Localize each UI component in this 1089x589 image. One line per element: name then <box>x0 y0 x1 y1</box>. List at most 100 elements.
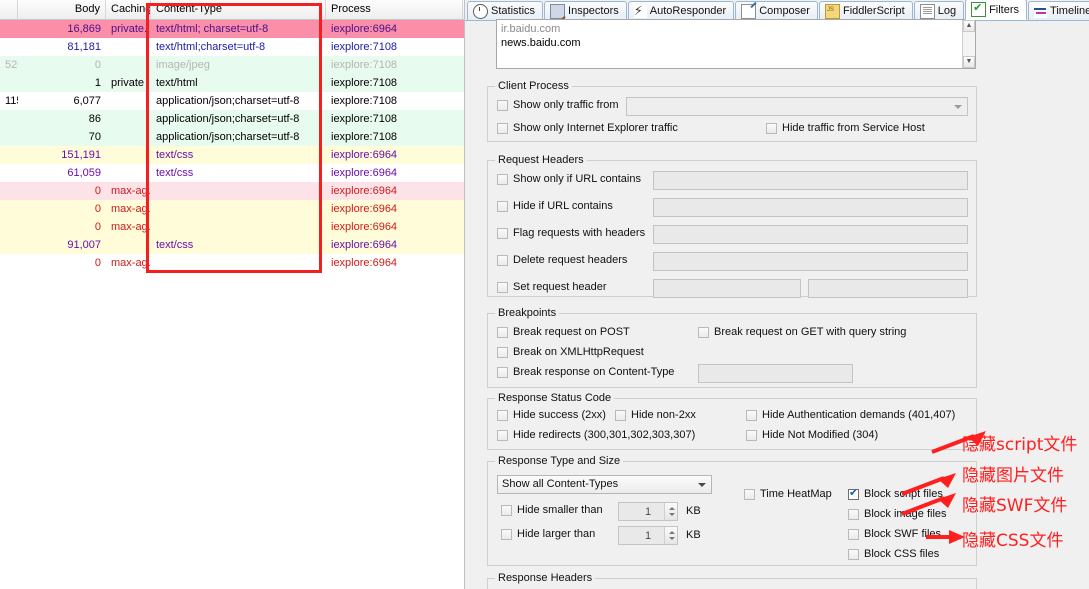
set-request-header-checkbox[interactable]: Set request header <box>497 281 607 293</box>
hide-service-host-checkbox[interactable]: Hide traffic from Service Host <box>766 122 925 134</box>
response-type-size-title: Response Type and Size <box>495 455 624 467</box>
checkbox-box[interactable] <box>698 326 709 338</box>
table-row[interactable]: 0 max-ag... iexplore:6964 <box>0 182 464 200</box>
table-row[interactable]: 115... 6,077 application/json;charset=utf-… <box>0 92 464 110</box>
client-process-combo[interactable] <box>626 97 968 116</box>
table-row[interactable]: 1 private text/html iexplore:7108 <box>0 74 464 92</box>
checkbox-box[interactable] <box>497 281 508 293</box>
scroll-up-icon[interactable]: ▲ <box>963 20 975 32</box>
tab-strip[interactable]: Statistics Inspectors AutoResponder Compose… <box>465 0 1089 21</box>
table-row[interactable]: 0 max-ag... iexplore:6964 <box>0 218 464 236</box>
table-row[interactable]: 16,869 private... text/html; charset=utf-8… <box>0 20 464 38</box>
column-header-process[interactable]: Process <box>326 0 463 19</box>
table-row[interactable]: 0 max-ag... iexplore:6964 <box>0 200 464 218</box>
tab-label: Filters <box>989 3 1020 16</box>
break-xhr-checkbox[interactable]: Break on XMLHttpRequest <box>497 346 644 358</box>
checkbox-box[interactable] <box>497 429 508 441</box>
delete-request-headers-input[interactable] <box>653 252 968 271</box>
checkbox-box[interactable] <box>766 122 777 134</box>
checkbox-box[interactable] <box>497 122 508 134</box>
hosts-line-clipped: ir.baidu.com <box>501 23 561 35</box>
tab-statistics[interactable]: Statistics <box>467 1 544 20</box>
stepper-buttons-icon[interactable] <box>664 503 677 520</box>
checkbox-box[interactable] <box>497 200 508 212</box>
hide-smaller-than-checkbox[interactable]: Hide smaller than <box>501 504 603 516</box>
tab-autoresponder[interactable]: AutoResponder <box>627 1 735 20</box>
table-row[interactable]: 91,007 text/css iexplore:6964 <box>0 236 464 254</box>
column-header-body[interactable]: Body <box>18 0 106 19</box>
session-grid[interactable]: Body Caching Content-Type Process 16,869… <box>0 0 465 589</box>
checkbox-box[interactable] <box>497 99 508 111</box>
break-response-content-type-checkbox[interactable]: Break response on Content-Type <box>497 366 674 378</box>
table-row[interactable]: 81,181 text/html;charset=utf-8 iexplore:71… <box>0 38 464 56</box>
break-response-content-type-input[interactable] <box>698 364 853 383</box>
tab-filters[interactable]: Filters <box>965 0 1028 20</box>
delete-request-headers-checkbox[interactable]: Delete request headers <box>497 254 627 266</box>
hosts-textbox[interactable]: ir.baidu.com news.baidu.com ▲ ▼ <box>496 19 976 69</box>
tab-inspectors[interactable]: Inspectors <box>544 1 627 20</box>
content-type-filter-combo[interactable]: Show all Content-Types <box>497 475 712 494</box>
hosts-scrollbar[interactable]: ▲ ▼ <box>962 20 975 68</box>
column-header-caching[interactable]: Caching <box>106 0 151 19</box>
set-request-header-value-input[interactable] <box>808 279 968 298</box>
show-only-url-contains-input[interactable] <box>653 171 968 190</box>
hide-url-contains-checkbox[interactable]: Hide if URL contains <box>497 200 613 212</box>
table-row[interactable]: 151,191 text/css iexplore:6964 <box>0 146 464 164</box>
tab-log[interactable]: Log <box>913 1 965 20</box>
scroll-down-icon[interactable]: ▼ <box>963 56 975 68</box>
show-only-url-contains-checkbox[interactable]: Show only if URL contains <box>497 173 641 185</box>
break-request-get-checkbox[interactable]: Break request on GET with query string <box>698 326 906 338</box>
checkbox-box[interactable] <box>497 227 508 239</box>
checkbox-box[interactable] <box>497 326 508 338</box>
session-grid-rows[interactable]: 16,869 private... text/html; charset=utf-8… <box>0 20 464 272</box>
hide-auth-demands-checkbox[interactable]: Hide Authentication demands (401,407) <box>746 409 955 421</box>
table-row[interactable]: 70 application/json;charset=utf-8 iexplore… <box>0 128 464 146</box>
hide-smaller-than-stepper[interactable]: 1 <box>618 502 678 521</box>
tab-composer[interactable]: Composer <box>735 1 818 20</box>
set-request-header-name-input[interactable] <box>653 279 801 298</box>
client-process-title: Client Process <box>495 80 572 92</box>
session-grid-header: Body Caching Content-Type Process <box>0 0 464 20</box>
column-header-extra[interactable] <box>0 0 18 19</box>
hide-larger-than-checkbox[interactable]: Hide larger than <box>501 528 595 540</box>
block-css-files-checkbox[interactable]: Block CSS files <box>848 548 939 560</box>
table-row[interactable]: 86 application/json;charset=utf-8 iexplore… <box>0 110 464 128</box>
table-row[interactable]: 0 max-ag... iexplore:6964 <box>0 254 464 272</box>
hide-redirects-checkbox[interactable]: Hide redirects (300,301,302,303,307) <box>497 429 695 441</box>
column-header-content-type[interactable]: Content-Type <box>151 0 326 19</box>
cell-process: iexplore:6964 <box>331 221 398 233</box>
checkbox-box[interactable] <box>497 409 508 421</box>
hide-larger-than-stepper[interactable]: 1 <box>618 526 678 545</box>
show-only-traffic-from-checkbox[interactable]: Show only traffic from <box>497 99 619 111</box>
show-only-ie-traffic-checkbox[interactable]: Show only Internet Explorer traffic <box>497 122 678 134</box>
flag-requests-headers-checkbox[interactable]: Flag requests with headers <box>497 227 645 239</box>
checkbox-box[interactable] <box>497 254 508 266</box>
checkbox-box[interactable] <box>497 173 508 185</box>
tab-timeline[interactable]: Timeline <box>1028 1 1089 20</box>
cell-body: 86 <box>88 113 101 125</box>
checkbox-box[interactable] <box>848 548 859 560</box>
table-row[interactable]: 61,059 text/css iexplore:6964 <box>0 164 464 182</box>
checkbox-box-checked[interactable] <box>848 487 859 500</box>
break-request-post-checkbox[interactable]: Break request on POST <box>497 326 630 338</box>
stepper-buttons-icon[interactable] <box>664 527 677 544</box>
checkbox-box[interactable] <box>497 366 508 378</box>
checkbox-box[interactable] <box>746 429 757 441</box>
hide-non2xx-checkbox[interactable]: Hide non-2xx <box>615 409 696 421</box>
hide-url-contains-input[interactable] <box>653 198 968 217</box>
flag-requests-headers-input[interactable] <box>653 225 968 244</box>
checkbox-box[interactable] <box>497 346 508 358</box>
client-process-group: Client Process Show only traffic from Sh… <box>487 80 977 142</box>
table-row[interactable]: 520... 0 image/jpeg iexplore:7108 <box>0 56 464 74</box>
checkbox-box[interactable] <box>746 409 757 421</box>
checkbox-box[interactable] <box>744 488 755 500</box>
hide-success-checkbox[interactable]: Hide success (2xx) <box>497 409 606 421</box>
checkbox-box[interactable] <box>501 528 512 540</box>
hide-not-modified-checkbox[interactable]: Hide Not Modified (304) <box>746 429 878 441</box>
checkbox-box[interactable] <box>848 528 859 540</box>
checkbox-box[interactable] <box>615 409 626 421</box>
checkbox-box[interactable] <box>848 508 859 520</box>
tab-fiddlerscript[interactable]: FiddlerScript <box>818 1 913 20</box>
checkbox-box[interactable] <box>501 504 512 516</box>
time-heatmap-checkbox[interactable]: Time HeatMap <box>744 488 832 500</box>
